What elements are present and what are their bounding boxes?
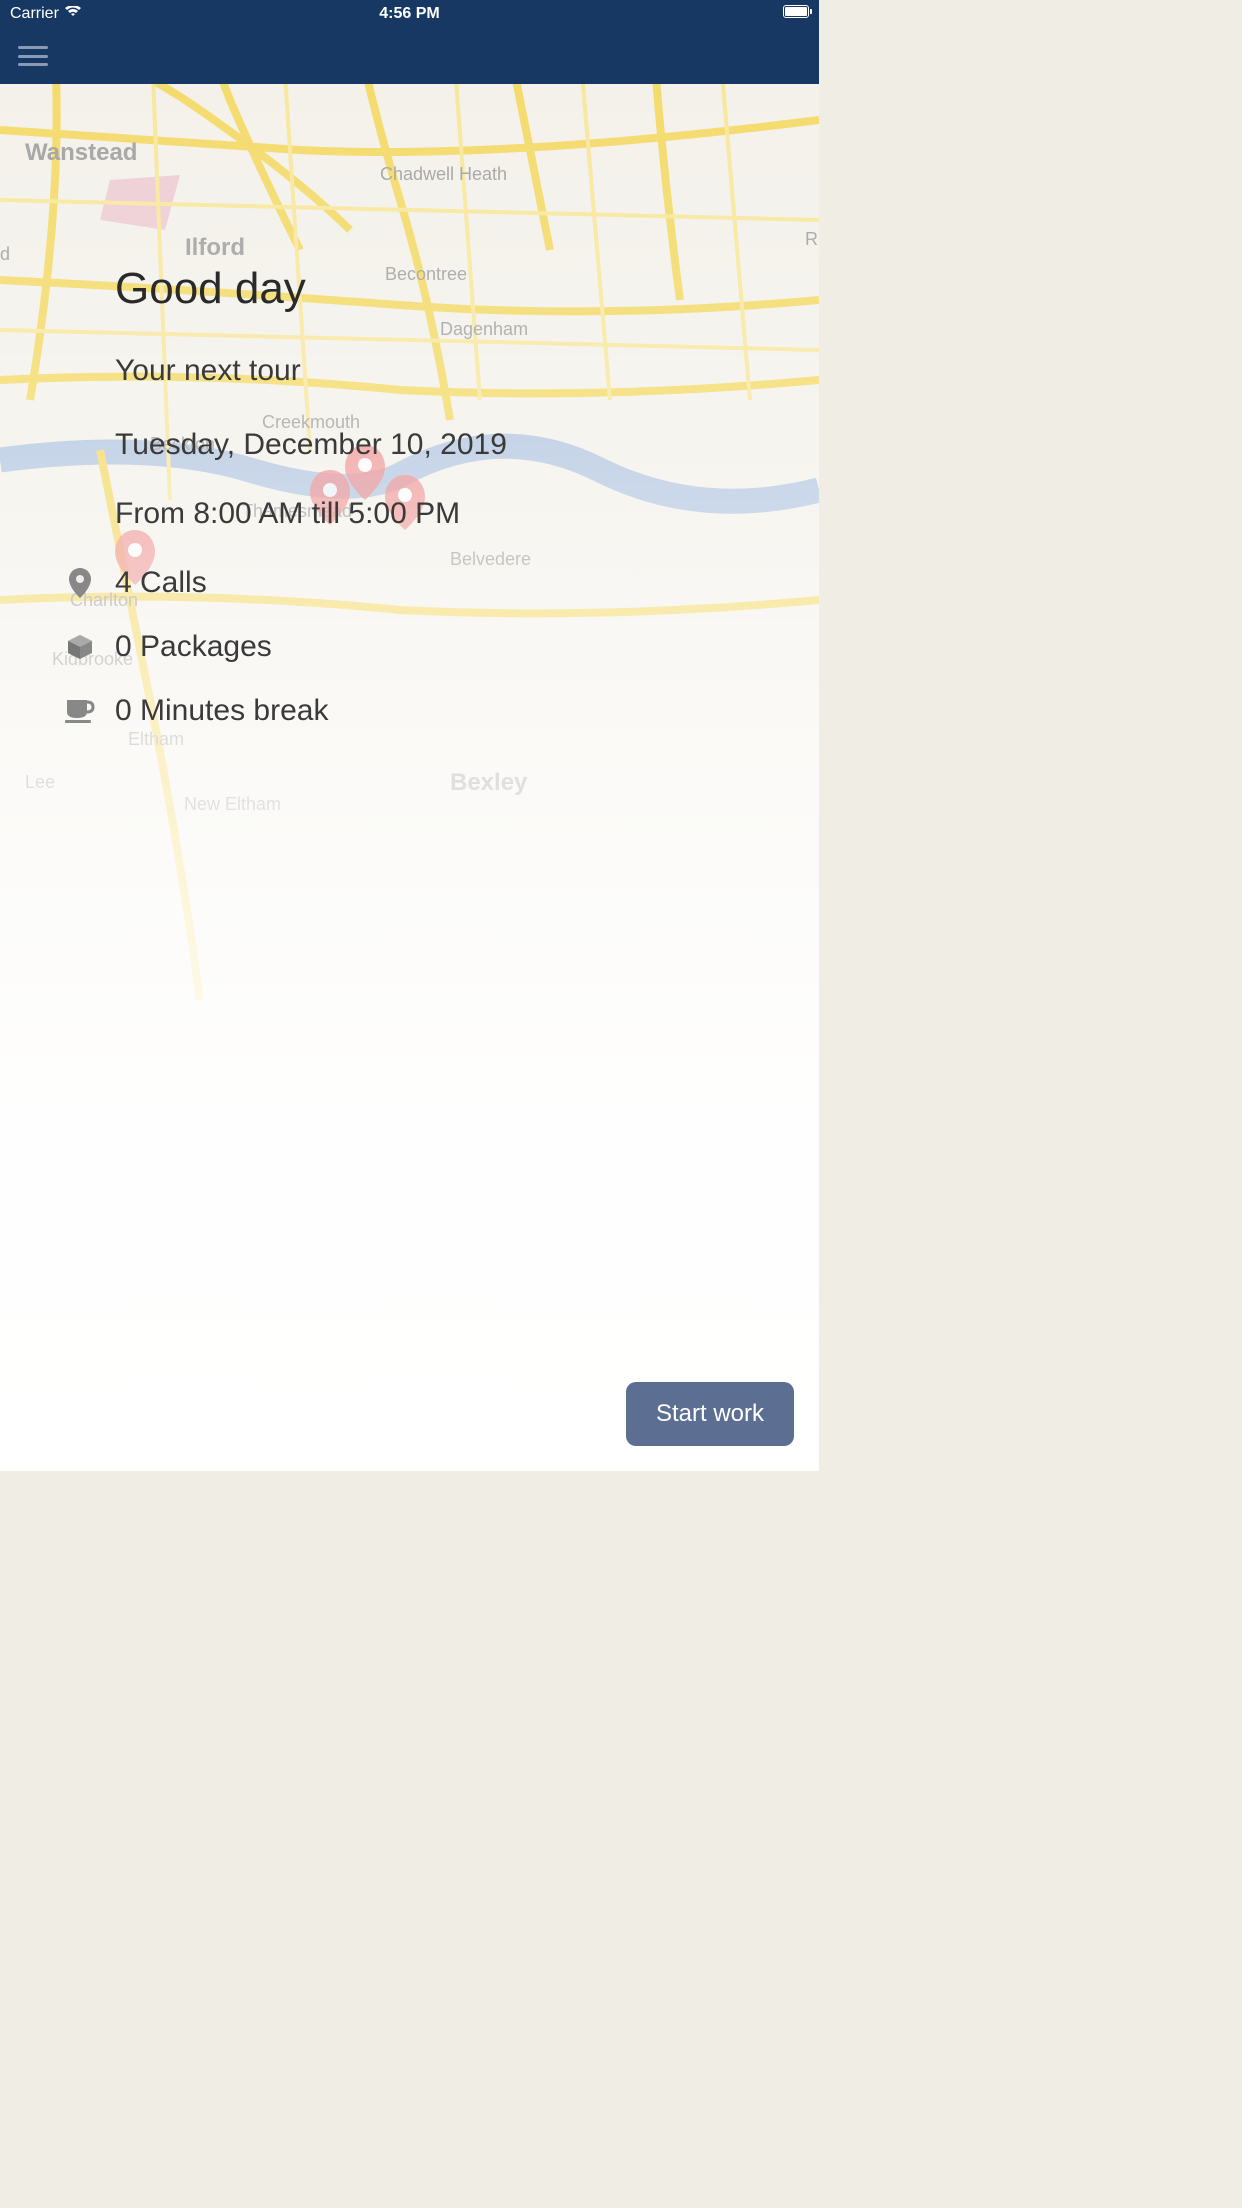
calls-count: 4 Calls: [115, 566, 207, 600]
packages-count: 0 Packages: [115, 630, 272, 664]
wifi-icon: [65, 5, 81, 23]
break-row: 0 Minutes break: [115, 694, 819, 728]
status-bar: Carrier 4:56 PM: [0, 0, 819, 28]
battery-icon: [783, 5, 809, 18]
calls-row: 4 Calls: [115, 566, 819, 600]
break-minutes: 0 Minutes break: [115, 694, 328, 728]
package-icon: [45, 633, 115, 661]
main-content: Good day Your next tour Tuesday, Decembe…: [0, 84, 819, 1471]
status-time: 4:56 PM: [379, 5, 439, 23]
packages-row: 0 Packages: [115, 630, 819, 664]
menu-icon[interactable]: [18, 46, 48, 66]
greeting-title: Good day: [115, 264, 819, 314]
pin-icon: [45, 568, 115, 598]
tour-date: Tuesday, December 10, 2019: [115, 428, 819, 462]
start-work-button[interactable]: Start work: [626, 1382, 794, 1446]
next-tour-subtitle: Your next tour: [115, 354, 819, 388]
coffee-icon: [45, 698, 115, 724]
nav-bar: [0, 28, 819, 84]
tour-time-range: From 8:00 AM till 5:00 PM: [115, 497, 819, 531]
carrier-label: Carrier: [10, 5, 59, 23]
